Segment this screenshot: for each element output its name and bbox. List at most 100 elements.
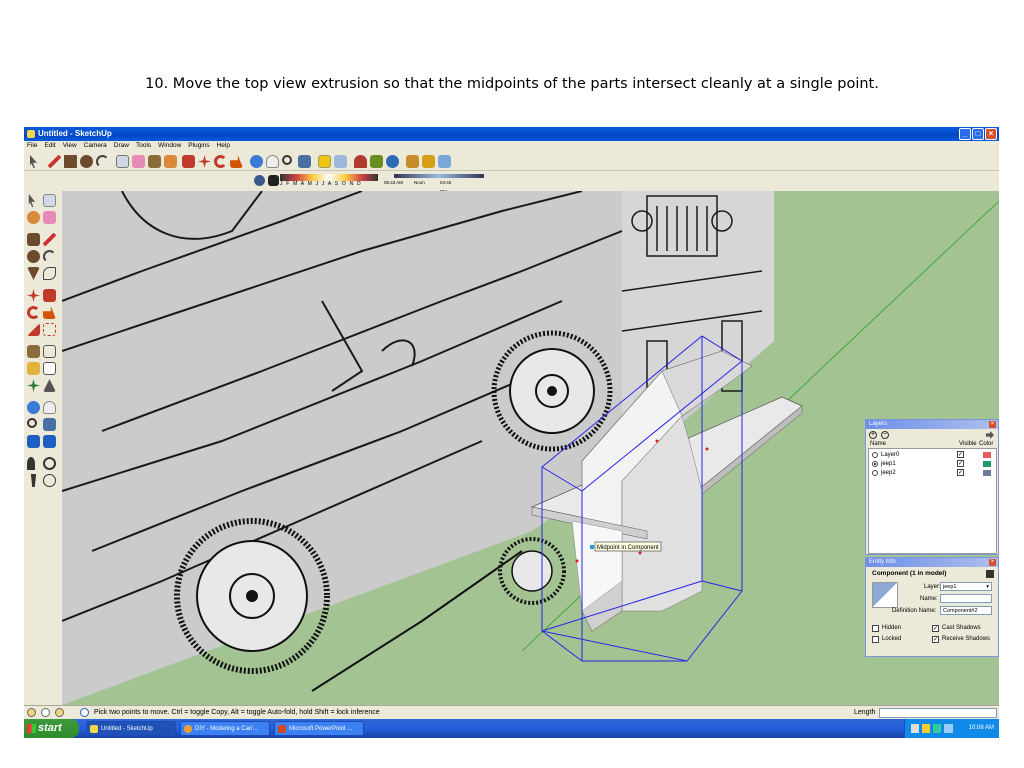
menu-help[interactable]: Help <box>217 141 230 151</box>
rotate-tool-icon[interactable] <box>214 155 227 168</box>
eraser-icon[interactable] <box>43 211 56 224</box>
google-earth-icon[interactable] <box>386 155 399 168</box>
credits-icon[interactable] <box>41 708 50 717</box>
receive-shadows-checkbox[interactable]: ✓ <box>932 636 939 643</box>
maximize-button[interactable]: □ <box>972 128 984 140</box>
get-models-icon[interactable] <box>318 155 331 168</box>
taskbar-item-browser[interactable]: DIY - Modeling a Car/... <box>180 721 270 736</box>
layer-row[interactable]: Layer0 ✓ <box>869 451 998 459</box>
layer-color-swatch[interactable] <box>983 461 991 467</box>
followme-icon[interactable] <box>43 306 56 319</box>
move-tool-icon[interactable] <box>198 155 211 168</box>
pan-tool-icon[interactable] <box>266 155 279 168</box>
offset-icon[interactable] <box>43 323 56 336</box>
axes-icon[interactable] <box>27 379 40 392</box>
drawing-viewport[interactable]: Midpoint in Component Layers × + − Name … <box>62 191 999 705</box>
layers-details-icon[interactable] <box>986 431 994 439</box>
share-model-icon[interactable] <box>334 155 347 168</box>
orbit-tool-icon[interactable] <box>250 155 263 168</box>
circle-icon[interactable] <box>27 250 40 263</box>
menu-plugins[interactable]: Plugins <box>188 141 209 151</box>
cast-shadows-checkbox[interactable]: ✓ <box>932 625 939 632</box>
geo-location-icon[interactable] <box>27 708 36 717</box>
zoom-icon[interactable] <box>27 418 37 428</box>
circle-tool-icon[interactable] <box>80 155 93 168</box>
scale-icon[interactable] <box>27 323 40 336</box>
shadow-settings-icon[interactable] <box>254 175 265 186</box>
push-pull-icon[interactable] <box>182 155 195 168</box>
component-icon[interactable] <box>354 155 367 168</box>
menu-draw[interactable]: Draw <box>114 141 129 151</box>
col-visible[interactable]: Visible <box>959 441 977 447</box>
visible-checkbox[interactable]: ✓ <box>957 460 964 467</box>
dimension-icon[interactable] <box>43 345 56 358</box>
remove-layer-icon[interactable]: − <box>881 431 889 439</box>
look-around-icon[interactable] <box>43 457 56 470</box>
layers-close-button[interactable]: × <box>989 421 996 428</box>
photo-textures-icon[interactable] <box>370 155 383 168</box>
layer-row[interactable]: jeep2 ✓ <box>869 469 998 477</box>
protractor-icon[interactable] <box>27 362 40 375</box>
follow-me-icon[interactable] <box>230 155 243 168</box>
paint-icon[interactable] <box>27 211 40 224</box>
tape-measure-icon[interactable] <box>148 155 161 168</box>
3d-text-icon[interactable] <box>43 379 56 392</box>
warehouse-icon[interactable] <box>406 155 419 168</box>
paint-bucket-icon[interactable] <box>164 155 177 168</box>
next-view-icon[interactable] <box>43 435 56 448</box>
zoom-extents-icon[interactable] <box>298 155 311 168</box>
active-layer-radio[interactable] <box>872 470 878 476</box>
pushpull-icon[interactable] <box>43 289 56 302</box>
zoom-window-icon[interactable] <box>43 418 56 431</box>
select-icon[interactable] <box>28 194 36 207</box>
line-icon[interactable] <box>43 233 56 246</box>
instructor-help-icon[interactable] <box>80 708 89 717</box>
layer-row[interactable]: jeep1 ✓ <box>869 460 998 468</box>
entity-close-button[interactable]: × <box>989 559 996 566</box>
name-input[interactable] <box>940 594 992 603</box>
col-color[interactable]: Color <box>979 441 993 447</box>
display-shadows-icon[interactable] <box>268 175 279 186</box>
text-icon[interactable] <box>43 362 56 375</box>
previous-view-icon[interactable] <box>27 435 40 448</box>
move-icon[interactable] <box>27 289 40 302</box>
taskbar-item-powerpoint[interactable]: Microsoft PowerPoint ... <box>274 721 364 736</box>
tray-icons[interactable] <box>911 724 953 733</box>
arc-icon[interactable] <box>43 250 56 263</box>
menu-edit[interactable]: Edit <box>44 141 55 151</box>
arc-tool-icon[interactable] <box>96 155 109 168</box>
time-slider[interactable] <box>394 174 484 178</box>
length-input[interactable] <box>879 708 997 718</box>
visible-checkbox[interactable]: ✓ <box>957 469 964 476</box>
eraser-tool-icon[interactable] <box>132 155 145 168</box>
position-camera-icon[interactable] <box>27 457 35 470</box>
component-tool-icon[interactable] <box>43 194 56 207</box>
active-layer-radio[interactable] <box>872 452 878 458</box>
close-button[interactable]: × <box>985 128 997 140</box>
make-component-icon[interactable] <box>116 155 129 168</box>
menu-window[interactable]: Window <box>158 141 181 151</box>
layer-color-swatch[interactable] <box>983 452 991 458</box>
start-button[interactable]: start <box>24 719 79 738</box>
entity-details-icon[interactable] <box>986 570 994 578</box>
section-plane-icon[interactable] <box>43 474 56 487</box>
active-layer-radio[interactable] <box>872 461 878 467</box>
line-tool-icon[interactable] <box>48 155 61 168</box>
rectangle-icon[interactable] <box>27 233 40 246</box>
pan-icon[interactable] <box>43 401 56 414</box>
hidden-checkbox[interactable] <box>872 625 879 632</box>
extension-icon[interactable] <box>422 155 435 168</box>
select-tool-icon[interactable] <box>30 155 37 168</box>
taskbar-item-sketchup[interactable]: Untitled - SketchUp <box>86 721 176 736</box>
rotate-icon[interactable] <box>27 306 40 319</box>
user-icon[interactable] <box>55 708 64 717</box>
col-name[interactable]: Name <box>870 441 886 447</box>
locked-checkbox[interactable] <box>872 636 879 643</box>
menu-camera[interactable]: Camera <box>84 141 107 151</box>
tape-icon[interactable] <box>27 345 40 358</box>
polygon-icon[interactable] <box>27 267 40 280</box>
clock[interactable]: 10:08 AM <box>969 725 994 731</box>
minimize-button[interactable]: _ <box>959 128 971 140</box>
layer-color-swatch[interactable] <box>983 470 991 476</box>
layer-select[interactable]: jeep1 ▾ <box>940 582 992 591</box>
